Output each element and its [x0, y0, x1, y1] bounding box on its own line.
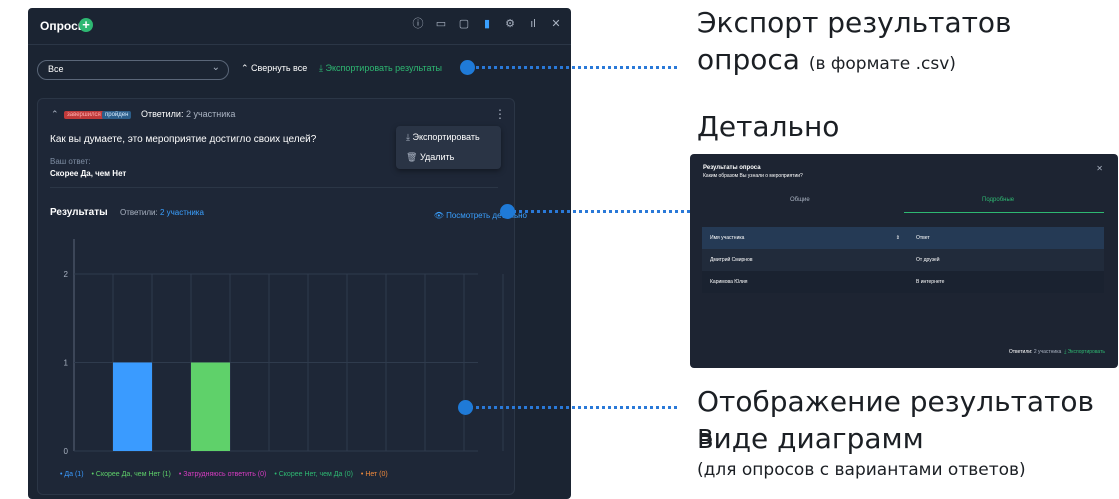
tab-detailed[interactable]: Подробные [982, 197, 1014, 203]
legend-item: • Затрудняюсь ответить (0) [178, 471, 267, 478]
info-icon[interactable]: ⓘ [411, 17, 425, 31]
poll-question: Как вы думаете, это мероприятие достигло… [50, 134, 317, 145]
settings-icon[interactable]: ⚙ [503, 17, 517, 31]
screen-icon[interactable]: ▢ [457, 17, 471, 31]
chart-legend: • Да (1) • Скорее Да, чем Нет (1) • Затруд… [60, 471, 388, 478]
results-answered: Ответили: 2 участника [120, 208, 204, 217]
footer-export-button[interactable]: ⤓ Экспортировать [1064, 349, 1105, 355]
tab-general[interactable]: Общие [790, 197, 810, 203]
answered-value: 2 участника [185, 109, 236, 119]
bar-0 [113, 362, 152, 451]
participant-name: Дмитрий Смирнов [702, 249, 908, 271]
detail-title: Результаты опроса [703, 165, 761, 171]
header-toolbar: ⓘ ▭ ▢ ▮ ⚙ ıl ✕ [411, 17, 563, 31]
status-badge-passed: пройден [102, 111, 132, 119]
y-tick-label: 2 [64, 270, 69, 279]
callout-dot-charts [458, 400, 473, 415]
connector-export [470, 66, 677, 69]
annotation-export-line1: Экспорт результатов [697, 6, 1012, 39]
filter-value: Все [48, 64, 64, 74]
chart-ticks: 0 1 2 [64, 270, 69, 456]
card-context-menu: ⤓ Экспортировать 🗑 Удалить [396, 126, 501, 169]
your-answer-label: Ваш ответ: [50, 157, 91, 166]
sort-icon[interactable]: ⇕ [896, 235, 900, 241]
annotation-export-line2-block: опроса (в формате .csv) [697, 43, 956, 76]
annotation-detail-title: Детально [697, 110, 840, 143]
participant-answer: От друзей [908, 249, 1104, 271]
collapse-all-button[interactable]: ⌃ Свернуть все [241, 63, 307, 74]
chart-bars [113, 362, 230, 451]
divider [50, 187, 498, 188]
results-title: Результаты [50, 207, 108, 218]
detail-question: Каким образом Вы узнали о мероприятии? [703, 173, 803, 179]
table-row: Дмитрий Смирнов От друзей [702, 249, 1104, 271]
chevron-up-icon[interactable]: ⌃ [51, 109, 59, 120]
folder-icon[interactable]: ▭ [434, 17, 448, 31]
panel-header: Опросы + ⓘ ▭ ▢ ▮ ⚙ ıl ✕ [28, 8, 571, 45]
participant-answer: В интернете [908, 271, 1104, 293]
footer-answered-label: Ответили: [1008, 349, 1033, 355]
col-answer-header: Ответ [908, 227, 1104, 249]
polls-panel: Опросы + ⓘ ▭ ▢ ▮ ⚙ ıl ✕ Все ⌄ ⌃ Свернуть… [28, 8, 571, 499]
download-icon: ⤓ [406, 132, 410, 142]
table-header-row: Имя участника ⇕ Ответ [702, 227, 1104, 249]
add-poll-button[interactable]: + [79, 18, 93, 32]
participant-name: Каримова Юлия [702, 271, 908, 293]
menu-item-export[interactable]: ⤓ Экспортировать [406, 132, 480, 143]
close-icon[interactable]: ✕ [1096, 164, 1103, 173]
trash-icon: 🗑 [406, 152, 418, 162]
results-answered-value: 2 участника [159, 208, 204, 217]
menu-item-delete[interactable]: 🗑 Удалить [406, 152, 454, 163]
legend-item: • Скорее Да, чем Нет (1) [91, 471, 171, 478]
answered-count: Ответили: 2 участника [141, 109, 235, 119]
connector-charts [470, 406, 677, 409]
results-answered-label: Ответили: [120, 208, 158, 217]
poll-card: ⌃ завершился пройден Ответили: 2 участни… [37, 98, 527, 495]
chevron-down-icon: ⌄ [211, 62, 220, 73]
y-tick-label: 1 [64, 359, 69, 368]
legend-item: • Скорее Нет, чем Да (0) [274, 471, 353, 478]
connector-detail [508, 210, 690, 213]
callout-dot-detail [500, 204, 515, 219]
kebab-icon[interactable]: ⋮ [494, 107, 506, 121]
legend-item: • Да (1) [60, 471, 84, 478]
results-chart: 0 1 2 [64, 239, 504, 456]
stats-icon[interactable]: ıl [526, 17, 540, 31]
status-badge-finished: завершился [64, 111, 104, 119]
footer-answered-value: 2 участника [1033, 349, 1062, 355]
tab-active-indicator [904, 212, 1104, 213]
detail-footer: Ответили: 2 участника ⤓ Экспортировать [1009, 349, 1105, 355]
filter-select[interactable]: Все ⌄ [37, 60, 229, 80]
close-icon[interactable]: ✕ [549, 17, 563, 31]
table-row: Каримова Юлия В интернете [702, 271, 1104, 293]
menu-item-delete-label: Удалить [419, 152, 455, 162]
col-name-header[interactable]: Имя участника ⇕ [702, 227, 908, 249]
annotation-charts-line2: виде диаграмм [697, 422, 924, 455]
menu-item-export-label: Экспортировать [412, 132, 480, 142]
participants-table: Имя участника ⇕ Ответ Дмитрий Смирнов От … [702, 227, 1104, 293]
chat-icon[interactable]: ▮ [480, 17, 494, 31]
export-results-button[interactable]: ⤓ Экспортировать результаты [319, 63, 442, 74]
your-answer-value: Скорее Да, чем Нет [50, 169, 127, 178]
detail-results-panel: Результаты опроса Каким образом Вы узнал… [690, 154, 1118, 368]
annotation-export-line2: опроса [697, 43, 800, 76]
annotation-export-suffix: (в формате .csv) [808, 54, 956, 74]
annotation-export-title: Экспорт результатов [697, 6, 1012, 39]
bar-1 [191, 362, 230, 451]
legend-item: • Нет (0) [360, 471, 388, 478]
callout-dot-export [460, 60, 475, 75]
annotation-charts-sub: (для опросов с вариантами ответов) [697, 460, 1026, 480]
answered-label: Ответили: [141, 109, 184, 119]
y-tick-label: 0 [64, 447, 69, 456]
col-name-label: Имя участника [710, 235, 745, 241]
